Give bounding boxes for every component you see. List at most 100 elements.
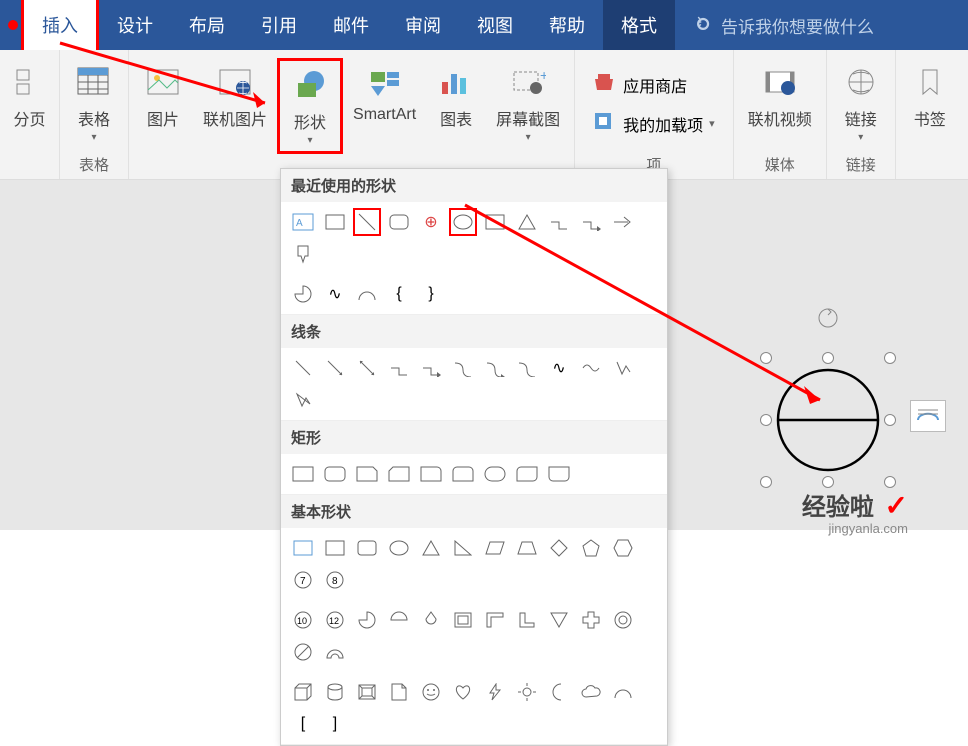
rect-7[interactable] <box>481 460 509 488</box>
basic-para[interactable] <box>481 534 509 562</box>
shapes-button[interactable]: 形状 ▾ <box>277 58 343 154</box>
basic-smile[interactable] <box>417 678 445 706</box>
shape-textbox[interactable]: A <box>289 208 317 236</box>
rect-9[interactable] <box>545 460 573 488</box>
basic-oct[interactable]: 8 <box>321 566 349 594</box>
line-6[interactable] <box>449 354 477 382</box>
online-video-button[interactable]: 联机视频 <box>738 58 822 150</box>
tab-insert[interactable]: 插入 <box>21 0 99 53</box>
resize-handle[interactable] <box>884 414 896 426</box>
shape-connector[interactable]: ⊕ <box>417 208 445 236</box>
basic-diamond[interactable] <box>545 534 573 562</box>
basic-l[interactable] <box>513 606 541 634</box>
rect-2[interactable] <box>321 460 349 488</box>
shape-elbow-arrow[interactable] <box>577 208 605 236</box>
line-12[interactable] <box>289 386 317 414</box>
bookmark-button[interactable]: 书签 <box>900 58 960 154</box>
line-5[interactable] <box>417 354 445 382</box>
rect-5[interactable] <box>417 460 445 488</box>
rect-8[interactable] <box>513 460 541 488</box>
basic-arc2[interactable] <box>609 678 637 706</box>
shape-oval[interactable] <box>449 208 477 236</box>
shape-arrow-right[interactable] <box>609 208 637 236</box>
rect-6[interactable] <box>449 460 477 488</box>
rotate-handle-icon[interactable] <box>816 306 840 330</box>
basic-fold[interactable] <box>385 678 413 706</box>
tab-references[interactable]: 引用 <box>243 0 315 50</box>
chart-button[interactable]: 图表 <box>426 58 486 154</box>
line-3[interactable] <box>353 354 381 382</box>
inserted-shape-selection[interactable] <box>738 320 918 500</box>
basic-bolt[interactable] <box>481 678 509 706</box>
tab-format[interactable]: 格式 <box>603 0 675 50</box>
basic-moon[interactable] <box>545 678 573 706</box>
links-button[interactable]: 链接 ▾ <box>831 58 891 150</box>
shape-round-rect[interactable] <box>385 208 413 236</box>
tab-layout[interactable]: 布局 <box>171 0 243 50</box>
basic-10[interactable]: 10 <box>289 606 317 634</box>
tab-mailings[interactable]: 邮件 <box>315 0 387 50</box>
basic-hept[interactable]: 7 <box>289 566 317 594</box>
basic-pent[interactable] <box>577 534 605 562</box>
basic-chord[interactable] <box>385 606 413 634</box>
line-2[interactable] <box>321 354 349 382</box>
basic-textbox[interactable] <box>289 534 317 562</box>
basic-frame[interactable] <box>449 606 477 634</box>
basic-cross[interactable] <box>577 606 605 634</box>
shape-elbow[interactable] <box>545 208 573 236</box>
basic-tri[interactable] <box>417 534 445 562</box>
line-1[interactable] <box>289 354 317 382</box>
line-8[interactable] <box>513 354 541 382</box>
line-10[interactable] <box>577 354 605 382</box>
basic-can[interactable] <box>321 678 349 706</box>
shape-curve[interactable]: ∿ <box>321 280 349 308</box>
basic-oval[interactable] <box>385 534 413 562</box>
resize-handle[interactable] <box>760 352 772 364</box>
line-4[interactable] <box>385 354 413 382</box>
line-9[interactable]: ∿ <box>545 354 573 382</box>
basic-cloud[interactable] <box>577 678 605 706</box>
shape-arrow-down[interactable] <box>289 240 317 268</box>
rect-3[interactable] <box>353 460 381 488</box>
basic-tear[interactable] <box>417 606 445 634</box>
my-addins-button[interactable]: 我的加载项 ▾ <box>593 111 715 136</box>
basic-trap[interactable] <box>513 534 541 562</box>
shape-lbrace[interactable]: { <box>385 280 413 308</box>
shape-triangle[interactable] <box>513 208 541 236</box>
basic-pie2[interactable] <box>353 606 381 634</box>
tab-help[interactable]: 帮助 <box>531 0 603 50</box>
app-store-button[interactable]: 应用商店 <box>593 72 687 97</box>
resize-handle[interactable] <box>884 352 896 364</box>
basic-lbracket[interactable]: [ <box>289 710 317 738</box>
rect-1[interactable] <box>289 460 317 488</box>
basic-heart[interactable] <box>449 678 477 706</box>
screenshot-button[interactable]: + 屏幕截图 ▾ <box>486 58 570 154</box>
shape-arc[interactable] <box>353 280 381 308</box>
page-break-button[interactable]: 分页 <box>0 58 60 154</box>
table-button[interactable]: 表格 ▾ <box>64 58 124 150</box>
basic-12[interactable]: 12 <box>321 606 349 634</box>
picture-button[interactable]: 图片 <box>133 58 193 154</box>
tab-review[interactable]: 审阅 <box>387 0 459 50</box>
shape-pie[interactable] <box>289 280 317 308</box>
shape-line[interactable] <box>353 208 381 236</box>
basic-cube[interactable] <box>289 678 317 706</box>
tell-me-search[interactable]: 告诉我你想要做什么 <box>695 13 874 38</box>
smartart-button[interactable]: SmartArt <box>343 58 426 154</box>
line-7[interactable] <box>481 354 509 382</box>
basic-block-arc[interactable] <box>321 638 349 666</box>
resize-handle[interactable] <box>760 476 772 488</box>
online-picture-button[interactable]: 联机图片 <box>193 58 277 154</box>
basic-ring[interactable] <box>609 606 637 634</box>
resize-handle[interactable] <box>760 414 772 426</box>
shape-rect2[interactable] <box>481 208 509 236</box>
tab-view[interactable]: 视图 <box>459 0 531 50</box>
basic-lframe[interactable] <box>481 606 509 634</box>
shape-rect[interactable] <box>321 208 349 236</box>
basic-bevel[interactable] <box>353 678 381 706</box>
shape-rbrace[interactable]: } <box>417 280 445 308</box>
layout-options-button[interactable] <box>910 400 946 432</box>
basic-noentry[interactable] <box>289 638 317 666</box>
basic-hex[interactable] <box>609 534 637 562</box>
basic-rbracket[interactable]: ] <box>321 710 349 738</box>
